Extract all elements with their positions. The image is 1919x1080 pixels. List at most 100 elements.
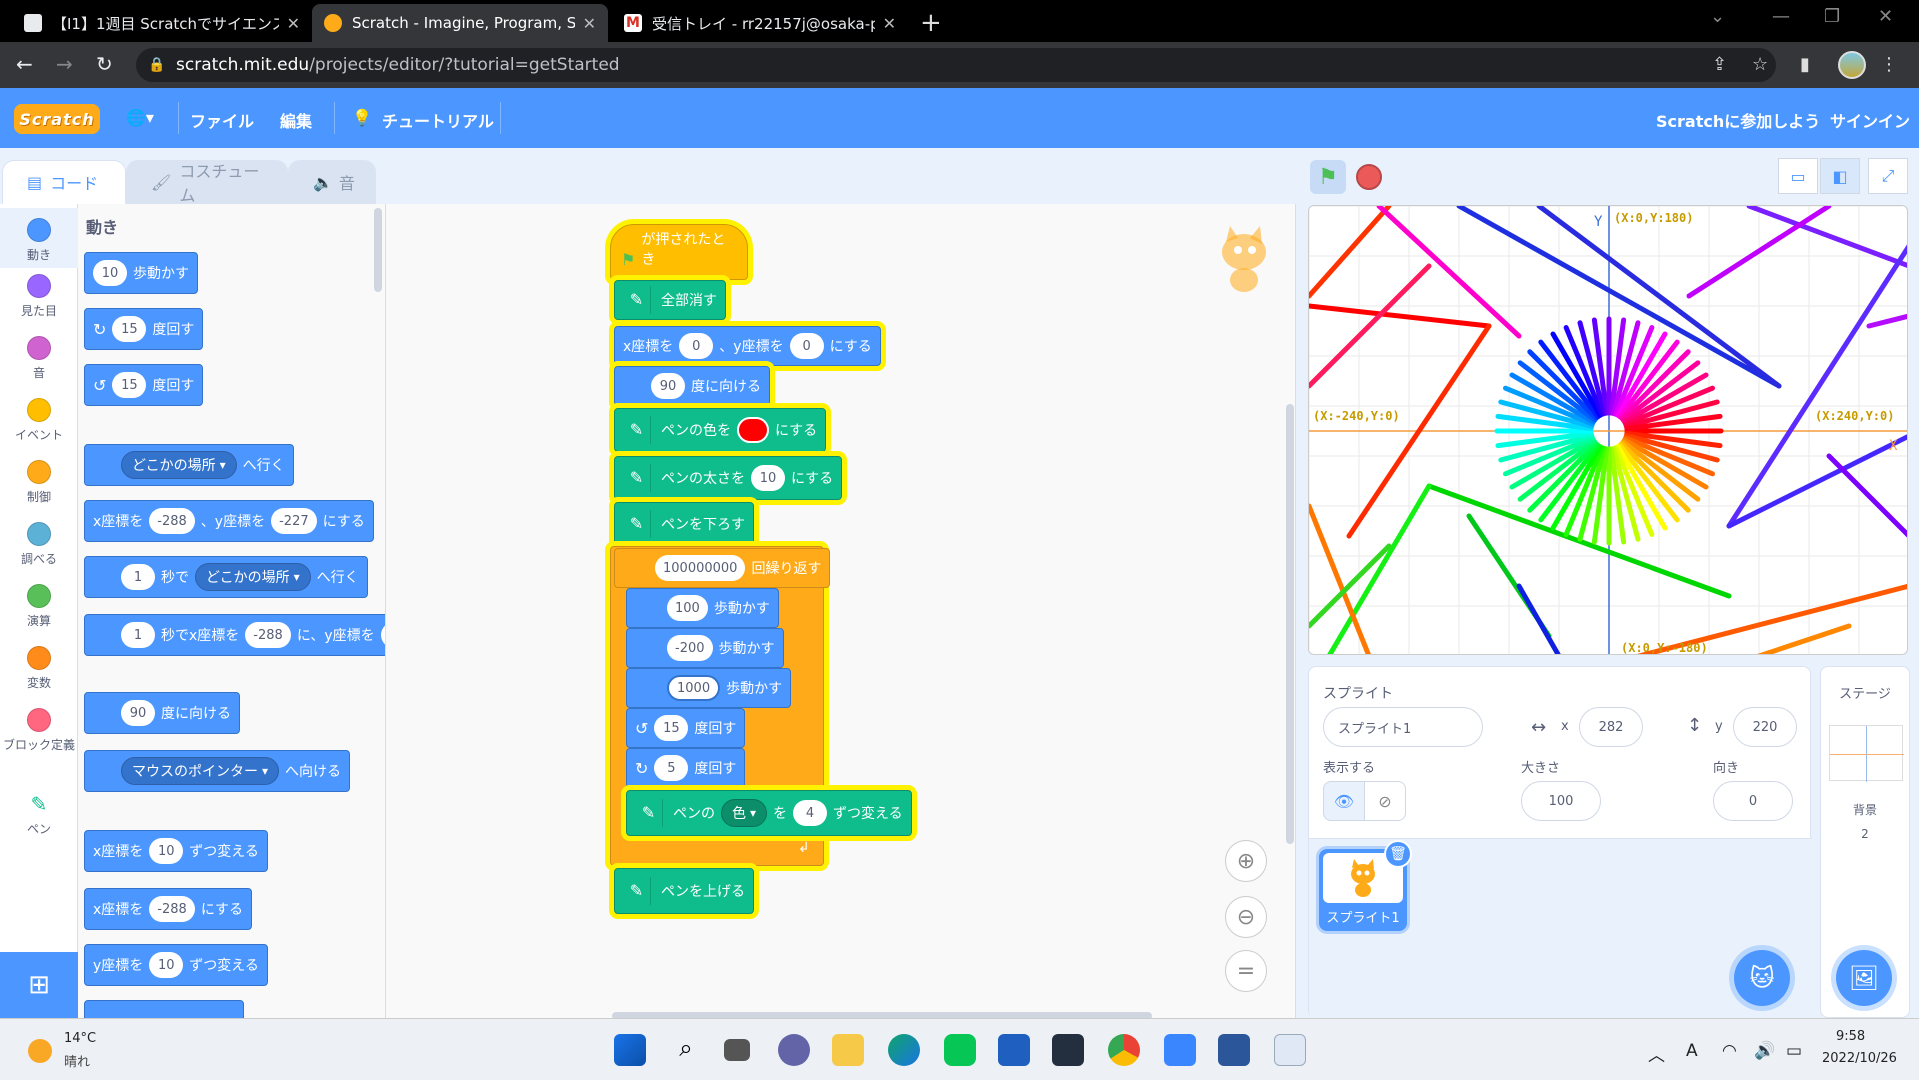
glide-dropdown[interactable]: どこかの場所 — [195, 563, 311, 591]
block-input[interactable]: -288 — [149, 508, 195, 534]
block-turn-left[interactable]: ↺ 15 度回す — [626, 708, 746, 748]
weather-sun-icon[interactable] — [28, 1039, 52, 1063]
lock-icon[interactable]: 🔒 — [148, 57, 165, 73]
prime-video-icon[interactable] — [1052, 1034, 1084, 1066]
block-set-pen-color[interactable]: ✎ ペンの色を にする — [614, 408, 827, 452]
signin-link[interactable]: サインイン — [1830, 108, 1910, 132]
more-menu-icon[interactable]: ⋮ — [1880, 54, 1898, 75]
block-input[interactable]: 1 — [121, 564, 155, 590]
goto-dropdown[interactable]: どこかの場所 — [121, 451, 237, 479]
block-glide-xy[interactable]: 1 秒でx座標を -288 に、y座標を — [84, 614, 385, 656]
category-my-blocks[interactable]: ブロック定義 — [0, 708, 78, 753]
category-pen[interactable]: ✎ ペン — [0, 792, 78, 837]
tab-search-icon[interactable]: ⌄ — [1710, 6, 1725, 27]
stage-canvas[interactable]: Y (X:0,Y:180) (X:-240,Y:0) (X:240,Y:0) X… — [1308, 205, 1908, 655]
tutorial-menu[interactable]: チュートリアル — [382, 108, 494, 132]
block-input[interactable]: -288 — [245, 622, 291, 648]
battery-icon[interactable]: ▭ — [1786, 1041, 1802, 1061]
forward-icon[interactable]: → — [56, 52, 73, 76]
block-turn-left[interactable]: ↺ 15 度回す — [84, 364, 204, 406]
pen-param-dropdown[interactable]: 色 — [721, 799, 768, 827]
category-events[interactable]: イベント — [0, 398, 78, 443]
green-flag-button[interactable]: ⚑ — [1310, 160, 1346, 194]
block-set-xy[interactable]: x座標を -288 、y座標を -227 にする — [84, 500, 374, 542]
chat-icon[interactable] — [778, 1034, 810, 1066]
block-input[interactable]: 5 — [654, 755, 689, 781]
add-extension-button[interactable]: ⊞ — [0, 952, 78, 1018]
bookmark-star-icon[interactable]: ☆ — [1752, 54, 1768, 75]
snipping-tool-icon[interactable] — [1274, 1034, 1306, 1066]
block-input[interactable]: 10 — [93, 260, 127, 286]
category-sensing[interactable]: 調べる — [0, 522, 78, 567]
zoom-reset-button[interactable]: = — [1225, 950, 1267, 992]
start-icon[interactable] — [614, 1034, 646, 1066]
block-move-steps[interactable]: -200 歩動かす — [626, 628, 784, 668]
block-pen-clear[interactable]: ✎ 全部消す — [614, 280, 726, 320]
file-menu[interactable]: ファイル — [190, 108, 254, 132]
large-stage-button[interactable]: ◧ — [1820, 158, 1860, 194]
join-scratch-link[interactable]: Scratchに参加しよう — [1656, 108, 1820, 132]
category-variables[interactable]: 変数 — [0, 646, 78, 691]
delete-sprite-button[interactable]: 🗑 — [1384, 840, 1412, 868]
choose-sprite-button[interactable]: 🐱 — [1734, 950, 1790, 1006]
block-input[interactable]: -288 — [149, 896, 195, 922]
block-input[interactable]: 0 — [789, 333, 824, 359]
ime-indicator[interactable]: A — [1686, 1041, 1698, 1061]
block-input[interactable]: 100000000 — [655, 555, 746, 581]
close-window-icon[interactable]: ✕ — [1878, 6, 1893, 27]
towards-dropdown[interactable]: マウスのポインター — [121, 757, 280, 785]
reload-icon[interactable]: ↻ — [96, 52, 113, 76]
block-set-x[interactable]: x座標を -288 にする — [84, 888, 252, 930]
block-input[interactable]: 15 — [112, 372, 147, 398]
new-tab-button[interactable]: + — [920, 8, 942, 38]
browser-tab-course[interactable]: 【I1】1週目 Scratchでサイエンスアート ✕ — [12, 4, 312, 42]
volume-icon[interactable]: 🔊 — [1754, 1041, 1775, 1061]
small-stage-button[interactable]: ▭ — [1778, 158, 1818, 194]
choose-backdrop-button[interactable]: 🖼 — [1836, 950, 1892, 1006]
fullscreen-button[interactable]: ⤢ — [1868, 158, 1908, 194]
block-input[interactable]: 1000 — [667, 675, 721, 701]
tab-costumes[interactable]: 🖌 コスチューム — [126, 160, 288, 205]
palette-scrollbar[interactable] — [374, 208, 382, 292]
sprite-size-input[interactable]: 100 — [1521, 781, 1601, 821]
show-sprite-button[interactable]: 👁 — [1323, 781, 1365, 821]
category-sound[interactable]: 音 — [0, 336, 78, 381]
close-tab-icon[interactable]: ✕ — [583, 14, 596, 33]
file-explorer-icon[interactable] — [832, 1034, 864, 1066]
store-icon[interactable] — [998, 1034, 1030, 1066]
maximize-icon[interactable]: ❐ — [1824, 6, 1840, 27]
task-view-icon[interactable] — [724, 1039, 750, 1061]
block-goto[interactable]: どこかの場所へ行く — [84, 444, 294, 486]
block-input[interactable]: -200 — [667, 635, 713, 661]
block-glide-to[interactable]: 1 秒でどこかの場所へ行く — [84, 556, 368, 598]
pen-color-swatch[interactable] — [737, 417, 769, 443]
workspace-vertical-scrollbar[interactable] — [1286, 404, 1294, 844]
back-icon[interactable]: ← — [16, 52, 33, 76]
block-move-steps[interactable]: 1000 歩動かす — [626, 668, 792, 708]
chevron-up-icon[interactable]: ︿ — [1648, 1041, 1665, 1066]
block-point-direction[interactable]: 90 度に向ける — [614, 366, 770, 406]
tab-sounds[interactable]: 🔈 音 — [288, 160, 376, 204]
block-input[interactable]: -227 — [271, 508, 317, 534]
tutorial-bulb-icon[interactable]: 💡 — [352, 108, 372, 127]
block-move-steps[interactable]: 100 歩動かす — [626, 588, 779, 628]
block-goto-xy[interactable]: x座標を 0 、y座標を 0 にする — [614, 326, 881, 366]
category-looks[interactable]: 見た目 — [0, 274, 78, 319]
language-globe-icon[interactable]: 🌐▾ — [126, 108, 154, 127]
hide-sprite-button[interactable]: ⊘ — [1364, 781, 1406, 821]
edit-menu[interactable]: 編集 — [280, 108, 312, 132]
block-input[interactable]: 1 — [121, 622, 155, 648]
share-icon[interactable]: ⇪ — [1712, 54, 1727, 75]
block-turn-right[interactable]: ↻ 5 度回す — [626, 748, 746, 788]
zoom-in-button[interactable]: ⊕ — [1225, 840, 1267, 882]
chrome-icon[interactable] — [1108, 1034, 1140, 1066]
profile-avatar[interactable] — [1838, 51, 1866, 79]
sprite-direction-input[interactable]: 0 — [1713, 781, 1793, 821]
stop-button[interactable] — [1356, 164, 1382, 190]
category-control[interactable]: 制御 — [0, 460, 78, 505]
block-pen-down[interactable]: ✎ ペンを下ろす — [614, 502, 754, 546]
search-icon[interactable]: ⌕ — [670, 1034, 702, 1066]
side-panel-icon[interactable]: ▮ — [1800, 54, 1810, 75]
word-icon[interactable] — [1218, 1034, 1250, 1066]
block-change-pen-color[interactable]: ✎ ペンの色を4 ずつ変える — [626, 790, 912, 836]
